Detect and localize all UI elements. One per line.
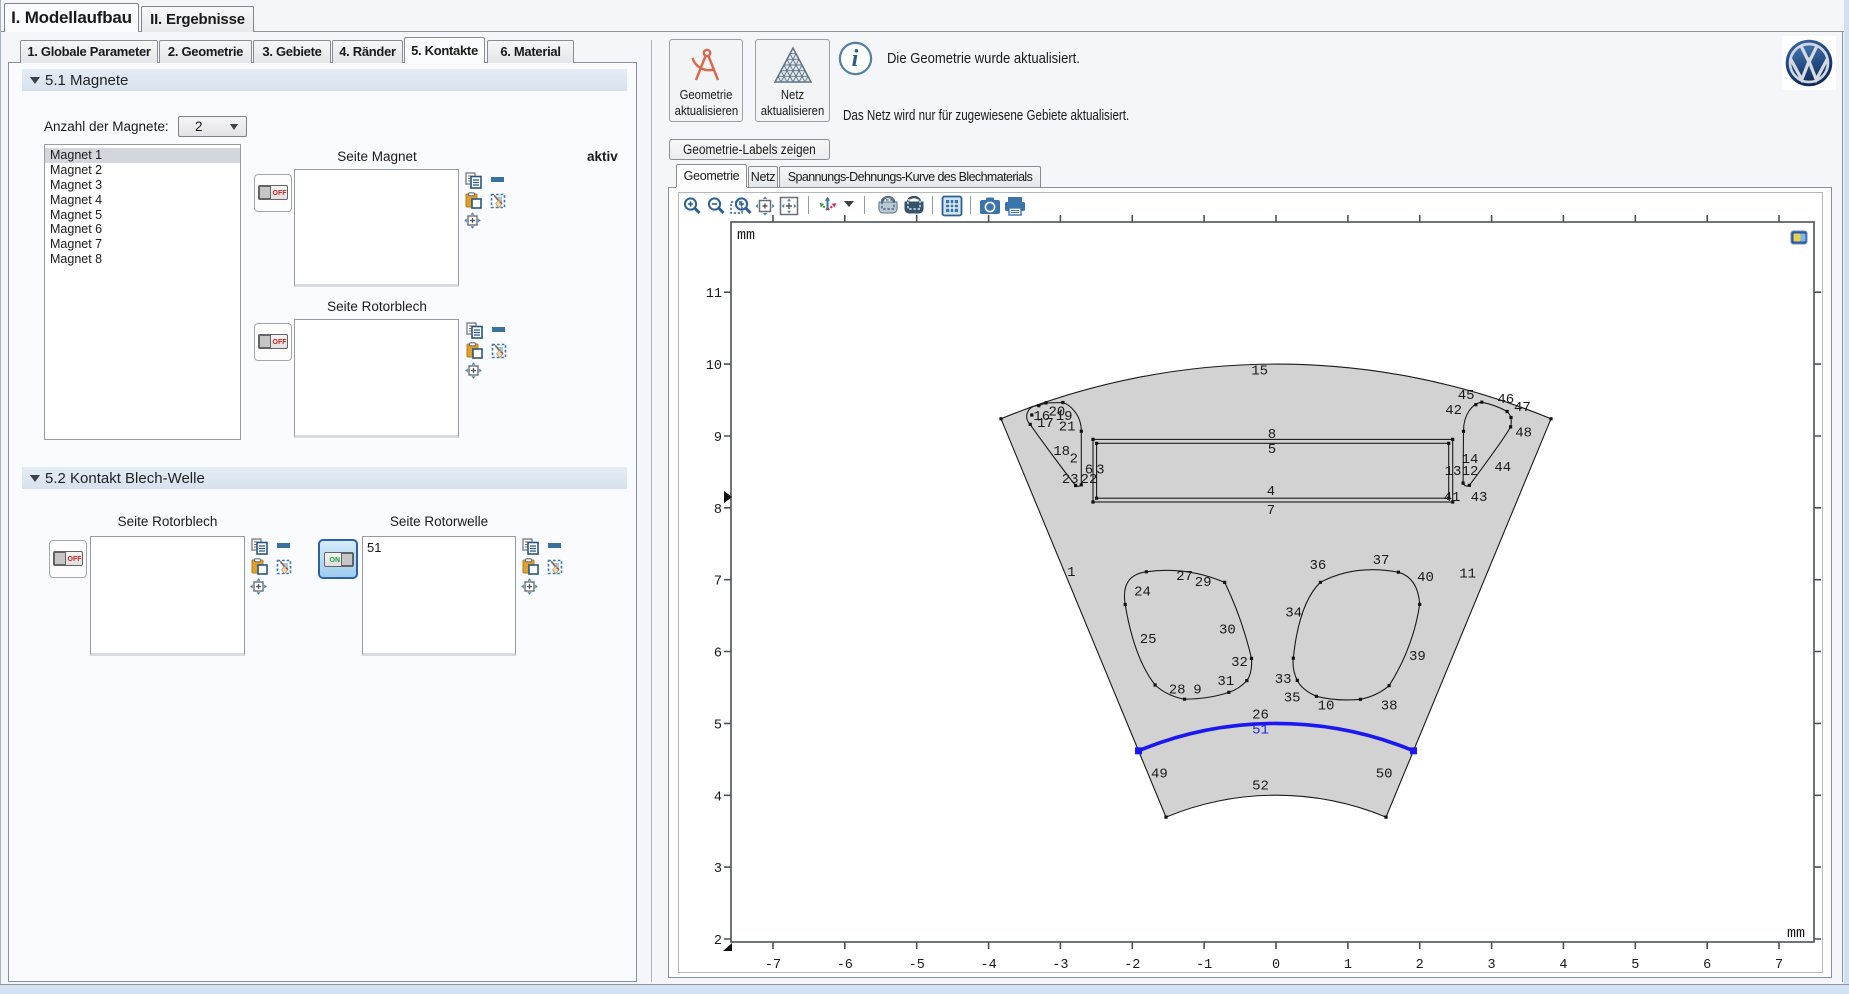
svg-text:3: 3 (1488, 958, 1496, 973)
svg-text:1: 1 (1344, 958, 1352, 973)
svg-text:11: 11 (706, 287, 722, 302)
svg-text:28: 28 (1169, 682, 1186, 698)
svg-text:26: 26 (1252, 707, 1269, 723)
svg-text:14: 14 (1462, 452, 1479, 468)
svg-text:30: 30 (1219, 623, 1236, 639)
svg-text:0: 0 (1272, 958, 1280, 973)
svg-text:9: 9 (1193, 682, 1201, 698)
svg-text:-5: -5 (909, 958, 925, 973)
svg-text:2: 2 (1416, 958, 1424, 973)
svg-text:8: 8 (714, 503, 722, 518)
svg-text:10: 10 (706, 359, 722, 374)
svg-text:40: 40 (1417, 570, 1434, 586)
svg-text:35: 35 (1284, 690, 1301, 706)
svg-text:7: 7 (714, 575, 722, 590)
svg-text:51: 51 (1252, 723, 1269, 739)
svg-text:36: 36 (1309, 558, 1326, 574)
svg-text:27: 27 (1176, 569, 1193, 585)
svg-text:8: 8 (1268, 427, 1276, 443)
svg-text:4: 4 (1559, 958, 1567, 973)
svg-text:10: 10 (1318, 699, 1335, 715)
svg-text:3: 3 (1096, 462, 1104, 478)
svg-text:32: 32 (1231, 655, 1248, 671)
svg-text:25: 25 (1140, 632, 1157, 648)
svg-text:5: 5 (714, 718, 722, 733)
svg-text:5: 5 (1268, 442, 1276, 458)
svg-text:29: 29 (1195, 575, 1212, 591)
svg-text:41: 41 (1444, 490, 1461, 506)
svg-text:-3: -3 (1052, 958, 1068, 973)
svg-text:9: 9 (714, 431, 722, 446)
svg-text:i: i (852, 46, 859, 72)
svg-text:6: 6 (1703, 958, 1711, 973)
svg-text:6: 6 (714, 647, 722, 662)
svg-text:4: 4 (1267, 484, 1275, 500)
svg-text:4: 4 (714, 790, 722, 805)
svg-text:37: 37 (1373, 553, 1390, 569)
svg-text:-1: -1 (1196, 958, 1212, 973)
svg-text:44: 44 (1494, 460, 1511, 476)
svg-text:mm: mm (737, 227, 755, 244)
svg-text:3: 3 (714, 862, 722, 877)
svg-text:43: 43 (1471, 490, 1488, 506)
svg-text:-4: -4 (980, 958, 996, 973)
svg-text:45: 45 (1458, 388, 1475, 404)
svg-text:15: 15 (1251, 364, 1268, 380)
svg-text:34: 34 (1285, 606, 1302, 622)
svg-text:-7: -7 (765, 958, 781, 973)
svg-text:-2: -2 (1124, 958, 1140, 973)
svg-text:-6: -6 (837, 958, 853, 973)
svg-text:33: 33 (1275, 672, 1292, 688)
svg-text:2: 2 (1070, 451, 1078, 467)
svg-text:1: 1 (1067, 565, 1075, 581)
svg-text:46: 46 (1497, 392, 1514, 408)
svg-text:21: 21 (1059, 419, 1076, 435)
svg-text:2: 2 (714, 934, 722, 949)
svg-text:50: 50 (1376, 766, 1393, 782)
svg-text:11: 11 (1459, 567, 1476, 583)
svg-text:22: 22 (1080, 472, 1097, 488)
svg-text:7: 7 (1775, 958, 1783, 973)
svg-text:18: 18 (1053, 444, 1070, 460)
svg-text:52: 52 (1252, 779, 1269, 795)
svg-text:47: 47 (1514, 400, 1531, 416)
svg-text:23: 23 (1062, 472, 1079, 488)
svg-text:5: 5 (1631, 958, 1639, 973)
svg-text:39: 39 (1409, 649, 1426, 665)
svg-text:42: 42 (1445, 403, 1462, 419)
svg-text:13: 13 (1445, 464, 1462, 480)
svg-text:48: 48 (1515, 425, 1532, 441)
svg-text:31: 31 (1217, 674, 1234, 690)
svg-text:17: 17 (1037, 416, 1054, 432)
svg-text:49: 49 (1151, 766, 1168, 782)
svg-text:24: 24 (1134, 585, 1151, 601)
svg-text:mm: mm (1787, 925, 1805, 942)
svg-text:38: 38 (1381, 699, 1398, 715)
svg-text:7: 7 (1267, 503, 1275, 519)
